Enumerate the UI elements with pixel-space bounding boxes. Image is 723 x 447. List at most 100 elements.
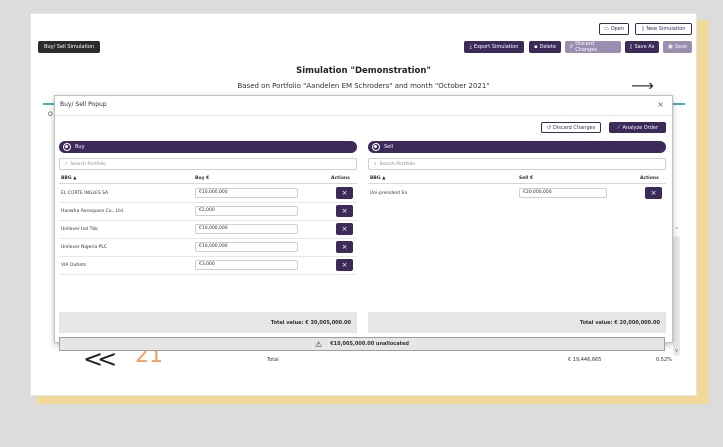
sell-col-amount: Sell € xyxy=(519,176,534,181)
accent-line-right xyxy=(673,103,685,105)
new-simulation-button[interactable]: ▯ New Simulation xyxy=(635,23,692,35)
buy-amount-input[interactable]: €10,000,000 xyxy=(195,242,298,252)
delete-label: Delete xyxy=(539,44,556,50)
buy-panel-header[interactable]: Buy xyxy=(59,141,357,153)
save-as-label: Save As xyxy=(634,44,655,50)
background-total-value: € 19,446,665 xyxy=(568,357,602,363)
buy-header-rule xyxy=(59,183,357,184)
analyze-order-label: Analyze Order xyxy=(622,124,659,131)
close-icon: × xyxy=(650,189,657,197)
buy-row: Hanwha Aerospace Co., Ltd. €2,000 × xyxy=(59,203,357,221)
buy-row: Unilever Ind Tbk €10,000,000 × xyxy=(59,221,357,239)
new-file-icon: ▯ xyxy=(641,26,645,32)
popup-title: Buy/ Sell Popup xyxy=(60,101,107,108)
sell-row-name: Uni-president En xyxy=(370,191,408,196)
new-simulation-label: New Simulation xyxy=(646,26,686,32)
background-scrollbar[interactable] xyxy=(673,236,680,356)
buy-col-bbg[interactable]: BBG ▲ xyxy=(61,176,77,181)
close-icon: × xyxy=(341,261,348,269)
warning-icon: ⚠ xyxy=(315,339,323,349)
buy-row: VIA Outlets €3,000 × xyxy=(59,257,357,275)
save-label: Save xyxy=(674,44,687,50)
search-icon: ⌕ xyxy=(65,162,68,167)
popup-discard-changes-button[interactable]: ↺ Discard Changes xyxy=(541,122,601,133)
buy-search-placeholder: Search Portfolio xyxy=(70,161,106,167)
background-total-percent: 0.52% xyxy=(656,357,672,363)
sell-total-value: Total value: € 20,000,000.00 xyxy=(579,319,660,326)
buy-row: EL CORTE INGLES SA €10,000,000 × xyxy=(59,185,357,203)
scroll-down-icon[interactable]: v xyxy=(675,348,678,354)
sell-row: Uni-president En €20,000,000 × xyxy=(368,185,666,203)
buy-row-name: EL CORTE INGLES SA xyxy=(61,191,109,196)
discard-changes-button[interactable]: ↺ Discard Changes xyxy=(565,41,621,53)
buy-amount-input[interactable]: €10,000,000 xyxy=(195,224,298,234)
close-icon: × xyxy=(341,243,348,251)
close-icon[interactable]: × xyxy=(657,100,664,109)
buy-sell-popup: Buy/ Sell Popup × ↺ Discard Changes ⟋ An… xyxy=(54,95,673,351)
sell-panel-header[interactable]: Sell xyxy=(368,141,666,153)
background-total-label: Total xyxy=(267,357,279,363)
sell-header-rule xyxy=(368,183,666,184)
remove-row-button[interactable]: × xyxy=(336,259,353,271)
remove-row-button[interactable]: × xyxy=(336,241,353,253)
simulation-title: Simulation "Demonstration" xyxy=(296,66,431,76)
sell-toggle-icon[interactable] xyxy=(372,143,380,151)
buy-sell-simulation-button[interactable]: Buy/ Sell Simulation xyxy=(38,41,100,53)
export-simulation-button[interactable]: ⤓ Export Simulation xyxy=(464,41,524,53)
popup-discard-label: Discard Changes xyxy=(553,124,596,131)
arrow-right-icon[interactable]: ⟶ xyxy=(631,76,654,95)
buy-row: Unilever Nigeria PLC €10,000,000 × xyxy=(59,239,357,257)
sell-col-bbg[interactable]: BBG ▲ xyxy=(370,176,386,181)
remove-row-button[interactable]: × xyxy=(336,223,353,235)
buy-row-name: Unilever Ind Tbk xyxy=(61,227,98,232)
save-as-button[interactable]: ▯ Save As xyxy=(625,41,659,53)
buy-sell-simulation-label: Buy/ Sell Simulation xyxy=(43,44,95,50)
buy-amount-input[interactable]: €3,000 xyxy=(195,260,298,270)
sell-search-input[interactable]: ⌕ Search Portfolio xyxy=(368,158,666,170)
simulation-subtitle: Based on Portfolio "Aandelen EM Schroder… xyxy=(237,82,490,90)
buy-total-value: Total value: € 30,005,000.00 xyxy=(270,319,351,326)
buy-row-name: Unilever Nigeria PLC xyxy=(61,245,108,250)
search-icon: ⌕ xyxy=(374,162,377,167)
buy-col-actions: Actions xyxy=(331,176,350,181)
folder-icon: ▭ xyxy=(603,26,609,32)
close-icon: × xyxy=(341,189,348,197)
chart-icon: ⟋ xyxy=(616,124,621,131)
save-icon: ▣ xyxy=(667,44,673,50)
sell-col-actions: Actions xyxy=(640,176,659,181)
buy-search-input[interactable]: ⌕ Search Portfolio xyxy=(59,158,357,170)
unallocated-warning-bar: ⚠ €10,005,000.00 unallocated xyxy=(59,337,665,351)
download-icon: ⤓ xyxy=(469,44,472,50)
delete-button[interactable]: ▪ Delete xyxy=(529,41,561,53)
sell-search-placeholder: Search Portfolio xyxy=(379,161,415,167)
unallocated-text: €10,005,000.00 unallocated xyxy=(330,341,409,347)
trash-icon: ▪ xyxy=(534,44,538,50)
open-button[interactable]: ▭ Open xyxy=(599,23,629,35)
buy-amount-input[interactable]: €10,000,000 xyxy=(195,188,298,198)
undo-icon: ↺ xyxy=(546,124,552,131)
remove-row-button[interactable]: × xyxy=(336,187,353,199)
app-window: ▭ Open ▯ New Simulation Buy/ Sell Simula… xyxy=(30,13,697,396)
background-section-letter: O xyxy=(48,111,53,118)
export-label: Export Simulation xyxy=(473,44,519,50)
buy-header-label: Buy xyxy=(75,144,85,150)
close-icon: × xyxy=(341,207,348,215)
buy-row-name: VIA Outlets xyxy=(61,263,87,268)
buy-amount-input[interactable]: €2,000 xyxy=(195,206,298,216)
save-button[interactable]: ▣ Save xyxy=(663,41,692,53)
sell-amount-input[interactable]: €20,000,000 xyxy=(519,188,607,198)
open-button-label: Open xyxy=(610,26,625,32)
buy-row-name: Hanwha Aerospace Co., Ltd. xyxy=(61,209,125,214)
scroll-up-icon[interactable]: ^ xyxy=(675,227,679,233)
sell-header-label: Sell xyxy=(384,144,394,150)
buy-total-bar: Total value: € 30,005,000.00 xyxy=(59,312,357,333)
remove-row-button[interactable]: × xyxy=(645,187,662,199)
popup-divider xyxy=(55,115,672,116)
buy-col-amount: Buy € xyxy=(195,176,210,181)
buy-panel: Buy ⌕ Search Portfolio BBG ▲ Buy € Actio… xyxy=(59,141,357,333)
remove-row-button[interactable]: × xyxy=(336,205,353,217)
buy-toggle-icon[interactable] xyxy=(63,143,71,151)
close-icon: × xyxy=(341,225,348,233)
analyze-order-button[interactable]: ⟋ Analyze Order xyxy=(609,122,666,133)
sell-total-bar: Total value: € 20,000,000.00 xyxy=(368,312,666,333)
